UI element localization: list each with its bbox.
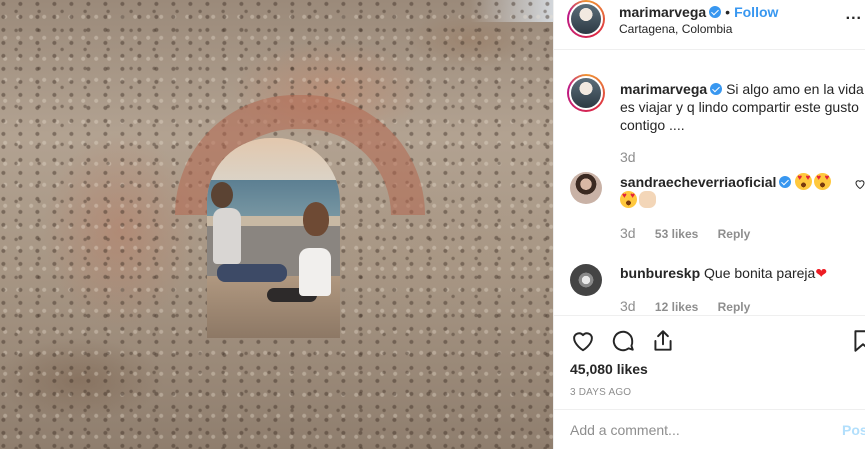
verified-badge-icon — [779, 176, 792, 188]
follow-button[interactable]: Follow — [734, 4, 778, 20]
add-comment-input[interactable] — [570, 422, 810, 438]
comment-likes[interactable]: 12 likes — [655, 300, 698, 314]
comment-heart-icon[interactable] — [854, 178, 865, 193]
post-side-panel: marimarvega • Follow Cartagena, Colombia .… — [553, 0, 865, 449]
photo-woman-body — [299, 248, 331, 296]
comment-avatar[interactable] — [570, 264, 602, 296]
comment-time[interactable]: 3d — [620, 225, 636, 241]
photo-man-body — [213, 208, 241, 264]
author-username[interactable]: marimarvega — [619, 4, 706, 20]
caption-meta: 3d — [620, 149, 652, 165]
comment-username[interactable]: bunbureskp — [620, 265, 700, 281]
comment-icon[interactable] — [610, 328, 636, 357]
comment-meta: 3d 53 likes Reply — [620, 225, 766, 241]
comment-likes[interactable]: 53 likes — [655, 227, 698, 241]
more-options-icon[interactable]: ... — [846, 6, 862, 24]
comments-list[interactable]: marimarvega Si algo amo en la vida es vi… — [554, 60, 865, 315]
comment-item: sandraecheverriaoficial — [620, 173, 865, 209]
post-timestamp[interactable]: 3 DAYS AGO — [570, 387, 631, 398]
comment-reply-button[interactable]: Reply — [718, 300, 751, 314]
photo-man-head — [211, 182, 233, 208]
author-avatar-image — [569, 2, 603, 36]
comment-item: bunbureskp Que bonita pareja❤ — [620, 264, 865, 282]
comment-username[interactable]: sandraecheverriaoficial — [620, 174, 776, 190]
photo-woman-head — [303, 202, 329, 236]
comment-meta: 3d 12 likes Reply — [620, 298, 766, 314]
photo-arch-window — [207, 138, 340, 338]
comment-text: Que bonita pareja — [704, 265, 816, 281]
caption-author-avatar[interactable] — [567, 74, 605, 112]
author-avatar[interactable] — [567, 0, 605, 38]
comment-avatar[interactable] — [570, 172, 602, 204]
verified-badge-icon — [709, 6, 722, 18]
post-photo[interactable] — [0, 0, 553, 449]
heart-icon[interactable] — [570, 328, 596, 357]
post-header: marimarvega • Follow Cartagena, Colombia .… — [554, 0, 865, 50]
red-heart-emoji-icon: ❤ — [815, 265, 828, 281]
post-location[interactable]: Cartagena, Colombia — [619, 22, 732, 36]
likes-count[interactable]: 45,080 likes — [570, 361, 648, 377]
add-comment-bar: Post — [554, 409, 865, 449]
clapping-hands-emoji-icon — [639, 191, 656, 208]
comment-time[interactable]: 3d — [620, 298, 636, 314]
photo-window-sky — [207, 138, 340, 180]
caption-author-avatar-image — [569, 76, 603, 110]
heart-eyes-emoji-icon — [814, 173, 832, 190]
bookmark-icon[interactable] — [850, 328, 865, 357]
post-actions-section: 45,080 likes 3 DAYS AGO Post — [554, 315, 865, 449]
separator-dot: • — [725, 4, 731, 20]
verified-badge-icon — [710, 83, 723, 95]
header-title-row: marimarvega • Follow — [619, 4, 778, 20]
caption-time[interactable]: 3d — [620, 149, 636, 165]
comment-reply-button[interactable]: Reply — [718, 227, 751, 241]
caption: marimarvega Si algo amo en la vida es vi… — [620, 80, 865, 134]
heart-eyes-emoji-icon — [795, 173, 813, 190]
caption-author-username[interactable]: marimarvega — [620, 81, 707, 97]
photo-man-legs — [217, 264, 287, 282]
share-icon[interactable] — [650, 328, 676, 357]
post-comment-button[interactable]: Post — [842, 422, 865, 438]
heart-eyes-emoji-icon — [620, 191, 637, 208]
